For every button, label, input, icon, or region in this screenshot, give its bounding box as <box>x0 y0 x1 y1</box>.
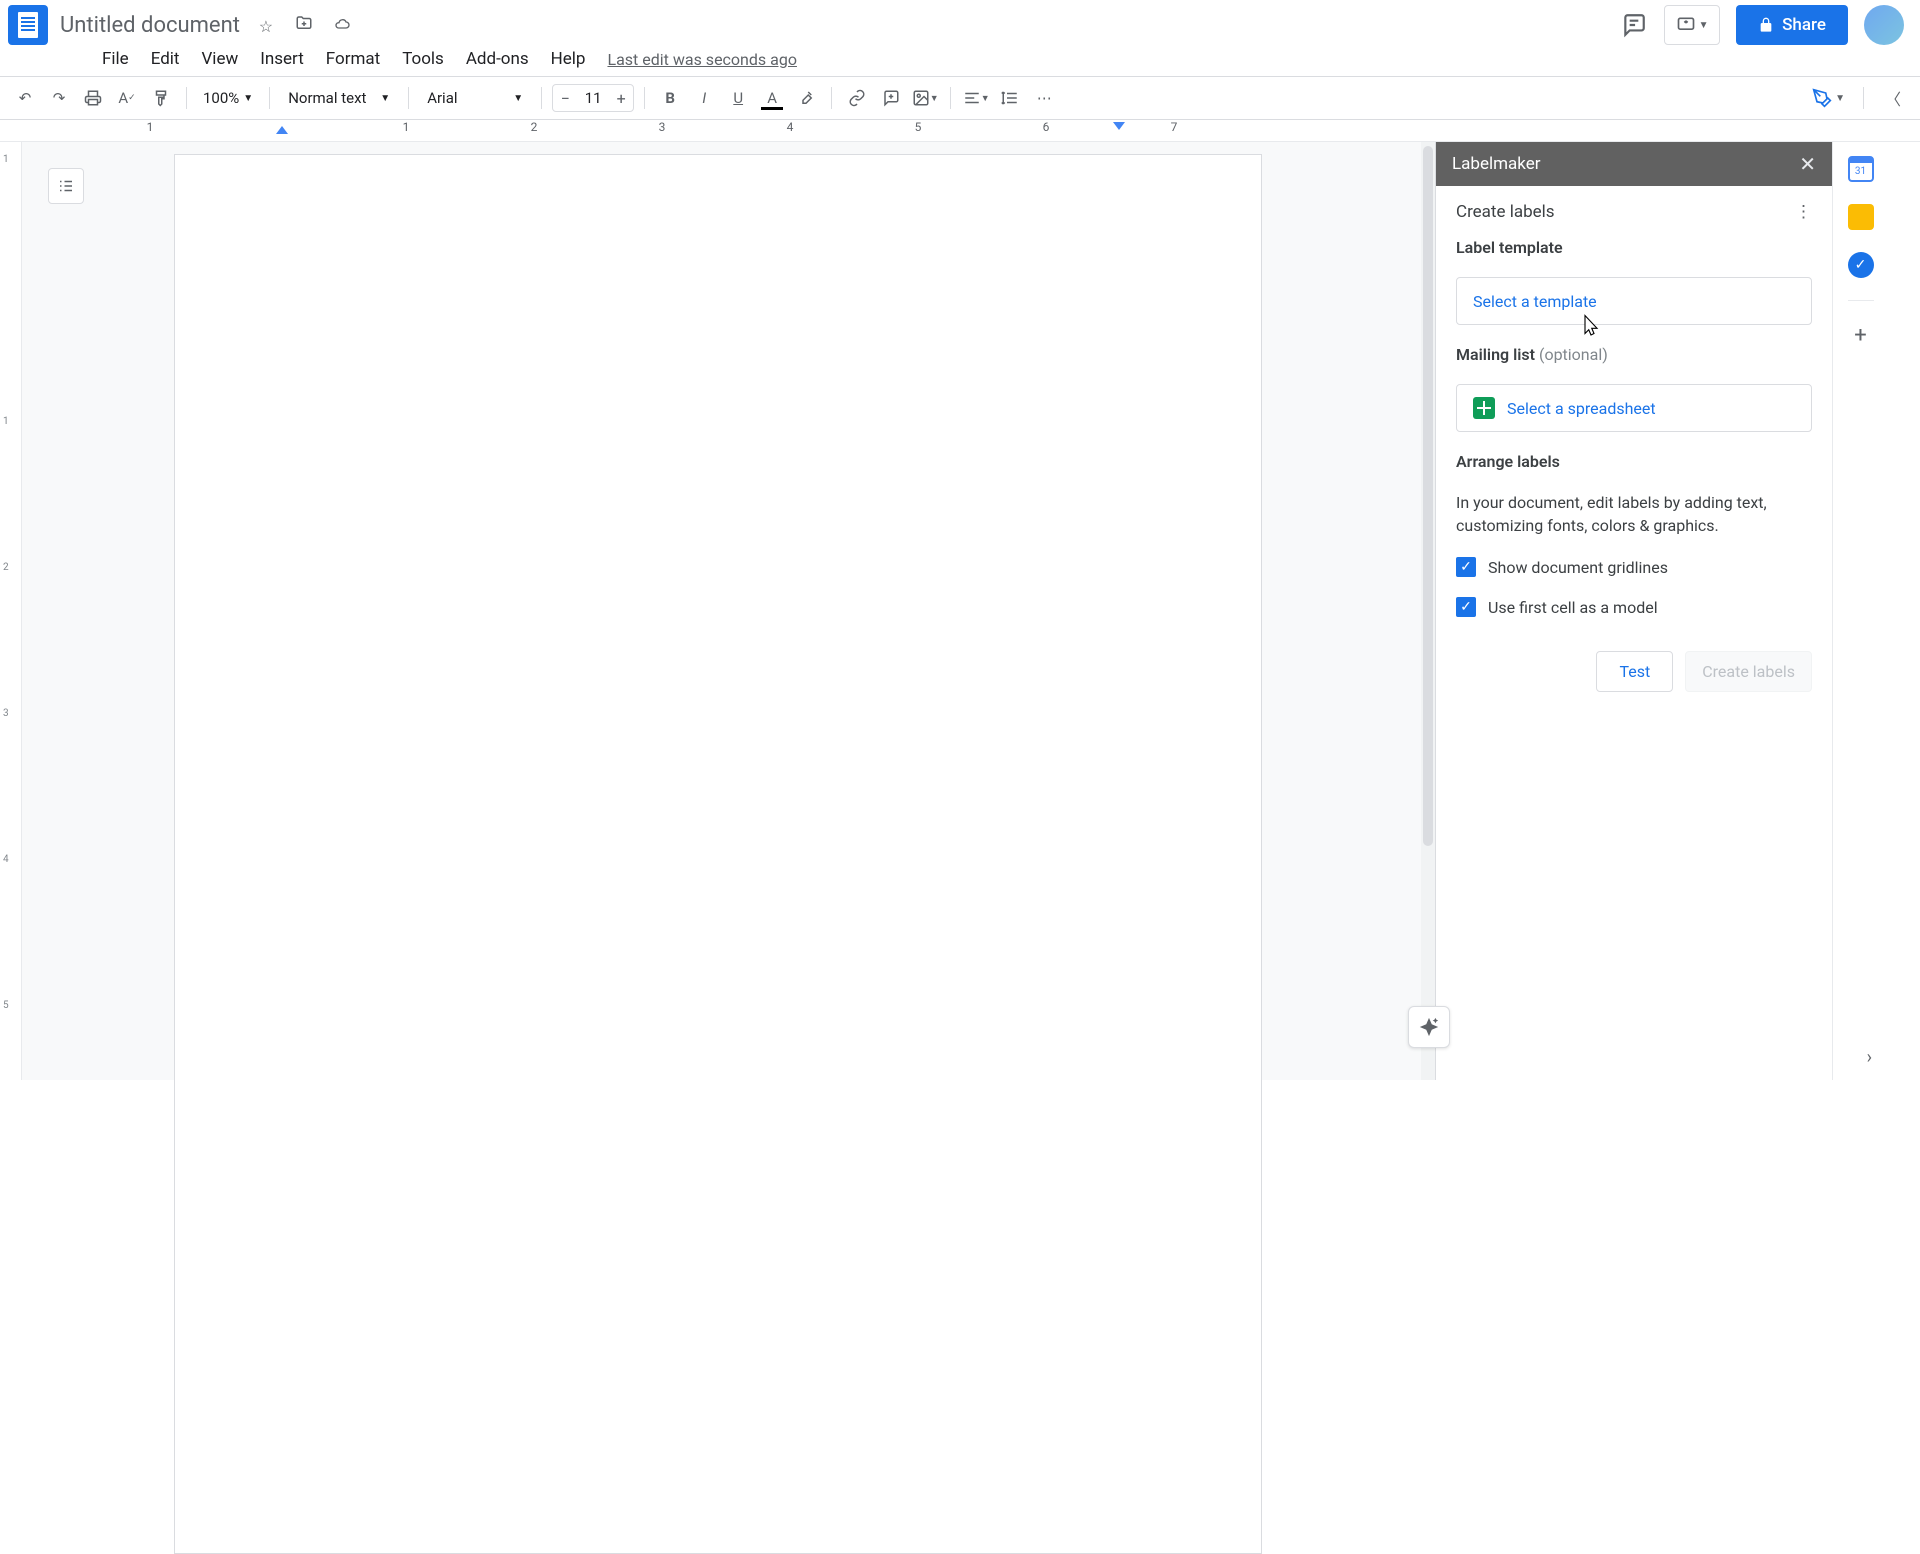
paragraph-style-dropdown[interactable]: Normal text▼ <box>280 89 398 107</box>
vertical-ruler[interactable]: 1 1 2 3 4 5 <box>0 142 22 1080</box>
comment-history-icon[interactable] <box>1620 11 1648 39</box>
share-label: Share <box>1782 15 1826 35</box>
collapse-rail-icon[interactable]: › <box>1867 1047 1872 1068</box>
bold-button[interactable]: B <box>655 83 685 113</box>
underline-button[interactable]: U <box>723 83 753 113</box>
insert-image-icon[interactable]: ▼ <box>910 83 940 113</box>
select-spreadsheet-button[interactable]: Select a spreadsheet <box>1456 384 1812 432</box>
sidepanel-title: Labelmaker <box>1452 154 1540 174</box>
get-addons-icon[interactable]: + <box>1854 323 1866 348</box>
font-size-stepper[interactable]: − 11 + <box>552 84 634 112</box>
present-button[interactable]: ▼ <box>1664 5 1720 45</box>
docs-logo-icon[interactable] <box>8 5 48 45</box>
add-comment-icon[interactable] <box>876 83 906 113</box>
star-icon[interactable]: ☆ <box>252 13 280 41</box>
arrange-description: In your document, edit labels by adding … <box>1456 491 1812 537</box>
line-spacing-icon[interactable] <box>995 83 1025 113</box>
spellcheck-icon[interactable]: A✓ <box>112 83 142 113</box>
undo-icon[interactable]: ↶ <box>10 83 40 113</box>
menu-insert[interactable]: Insert <box>250 45 314 73</box>
checkbox-gridlines[interactable]: ✓ Show document gridlines <box>1456 557 1812 577</box>
align-dropdown[interactable]: ▼ <box>961 83 991 113</box>
last-edit-status[interactable]: Last edit was seconds ago <box>607 50 796 69</box>
test-button[interactable]: Test <box>1596 651 1673 692</box>
addon-sidepanel: Labelmaker ✕ Create labels ⋮ Label templ… <box>1435 142 1832 1080</box>
move-icon[interactable] <box>290 9 318 37</box>
font-size-value[interactable]: 11 <box>577 89 609 107</box>
cloud-status-icon[interactable] <box>328 10 356 38</box>
redo-icon[interactable]: ↷ <box>44 83 74 113</box>
collapse-sidebar-icon[interactable]: 〈 <box>1876 81 1910 115</box>
document-title[interactable]: Untitled document <box>60 13 240 38</box>
rail-separator <box>1848 300 1874 301</box>
horizontal-ruler[interactable]: 1 1 2 3 4 5 6 7 <box>0 120 1920 142</box>
menu-bar: File Edit View Insert Format Tools Add-o… <box>0 42 1920 76</box>
document-page[interactable] <box>174 154 1262 1554</box>
right-indent-marker[interactable] <box>1113 122 1125 130</box>
close-icon[interactable]: ✕ <box>1799 152 1816 176</box>
sidepanel-header: Labelmaker ✕ <box>1436 142 1832 186</box>
font-dropdown[interactable]: Arial▼ <box>419 89 531 107</box>
outline-toggle-icon[interactable] <box>48 168 84 204</box>
insert-link-icon[interactable] <box>842 83 872 113</box>
section-label-mailing: Mailing list (optional) <box>1456 345 1812 364</box>
create-labels-button: Create labels <box>1685 651 1812 692</box>
title-icons: ☆ <box>252 9 362 41</box>
menu-help[interactable]: Help <box>541 45 596 73</box>
vertical-scrollbar[interactable] <box>1421 142 1435 1080</box>
checkbox-icon: ✓ <box>1456 597 1476 617</box>
tasks-icon[interactable] <box>1848 252 1874 278</box>
document-canvas <box>22 142 1435 1080</box>
checkbox-icon: ✓ <box>1456 557 1476 577</box>
account-avatar[interactable] <box>1864 5 1904 45</box>
menu-tools[interactable]: Tools <box>392 45 454 73</box>
sidepanel-menu-icon[interactable]: ⋮ <box>1795 202 1812 222</box>
text-color-button[interactable]: A <box>757 83 787 113</box>
print-icon[interactable] <box>78 83 108 113</box>
font-size-minus[interactable]: − <box>553 89 577 108</box>
menu-file[interactable]: File <box>92 45 139 73</box>
font-size-plus[interactable]: + <box>609 89 633 108</box>
italic-button[interactable]: I <box>689 83 719 113</box>
left-indent-marker[interactable] <box>276 126 288 134</box>
menu-addons[interactable]: Add-ons <box>456 45 539 73</box>
menu-view[interactable]: View <box>191 45 248 73</box>
explore-fab[interactable] <box>1408 1006 1450 1048</box>
paint-format-icon[interactable] <box>146 83 176 113</box>
keep-icon[interactable] <box>1848 204 1874 230</box>
select-template-button[interactable]: Select a template <box>1456 277 1812 325</box>
menu-format[interactable]: Format <box>316 45 390 73</box>
editing-mode-dropdown[interactable]: ▼ <box>1806 88 1851 108</box>
right-rail: + › <box>1832 142 1888 1080</box>
sidepanel-heading: Create labels <box>1456 202 1555 222</box>
checkbox-first-cell[interactable]: ✓ Use first cell as a model <box>1456 597 1812 617</box>
calendar-icon[interactable] <box>1848 156 1874 182</box>
sheets-icon <box>1473 397 1495 419</box>
zoom-dropdown[interactable]: 100% ▼ <box>197 89 259 107</box>
menu-edit[interactable]: Edit <box>141 45 190 73</box>
title-bar: Untitled document ☆ ▼ Share <box>0 0 1920 42</box>
section-label-template: Label template <box>1456 238 1812 257</box>
toolbar: ↶ ↷ A✓ 100% ▼ Normal text▼ Arial▼ − 11 +… <box>0 76 1920 120</box>
section-label-arrange: Arrange labels <box>1456 452 1812 471</box>
share-button[interactable]: Share <box>1736 5 1848 45</box>
more-toolbar-icon[interactable]: ⋯ <box>1029 83 1059 113</box>
highlight-button[interactable] <box>791 83 821 113</box>
